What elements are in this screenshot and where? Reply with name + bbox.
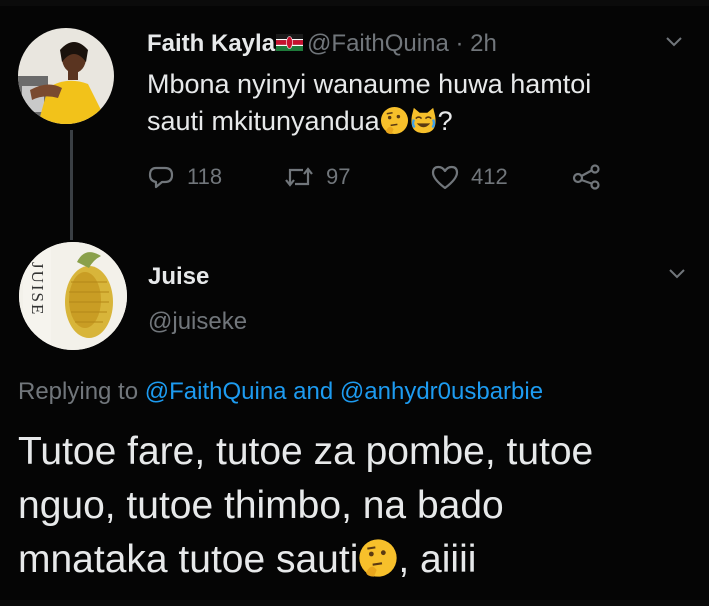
tweet-header: Faith Kayla @FaithQuina · 2h <box>147 30 497 58</box>
tweet-text: Mbona nyinyi wanaume huwa hamtoi sauti m… <box>147 66 667 140</box>
reply-author-name[interactable]: Juise <box>148 263 209 291</box>
avatar-image <box>18 28 114 124</box>
reply-text-line2: nguo, tutoe thimbo, na bado <box>18 484 504 527</box>
reply-text-tail: , aiiii <box>398 538 477 581</box>
thread-connector-line <box>70 130 73 240</box>
like-count: 412 <box>471 164 508 189</box>
author-name[interactable]: Faith Kayla <box>147 30 275 57</box>
tweet-time[interactable]: 2h <box>470 30 497 57</box>
reply-button[interactable]: 118 <box>147 164 222 190</box>
bottom-border <box>0 600 709 606</box>
top-border <box>0 0 709 6</box>
chevron-down-icon[interactable] <box>665 36 683 48</box>
chevron-down-icon[interactable] <box>668 268 686 280</box>
svg-text:JUISE: JUISE <box>28 262 47 316</box>
reply-icon <box>148 166 174 189</box>
tweet-text-tail: ? <box>437 106 453 136</box>
share-button[interactable] <box>571 164 615 190</box>
share-icon <box>572 164 600 190</box>
retweet-button[interactable]: 97 <box>284 164 350 190</box>
kenya-flag-icon <box>276 34 304 52</box>
tweet-text-line2: sauti mkitunyandua <box>147 106 380 136</box>
mention-link[interactable]: @FaithQuina <box>145 378 287 405</box>
heart-icon <box>431 165 459 190</box>
replying-to-line: Replying to @FaithQuina and @anhydr0usba… <box>18 378 543 406</box>
mention-link[interactable]: @anhydr0usbarbie <box>340 378 543 405</box>
thinking-face-emoji <box>359 539 398 577</box>
reply-text: Tutoe fare, tutoe za pombe, tutoe nguo, … <box>18 425 688 587</box>
crying-cat-emoji <box>411 107 436 134</box>
and-text: and <box>286 378 340 405</box>
like-button[interactable]: 412 <box>431 164 508 190</box>
retweet-count: 97 <box>326 164 351 189</box>
reply-count: 118 <box>187 164 223 189</box>
author-handle[interactable]: @FaithQuina <box>307 30 449 57</box>
reply-text-line1: Tutoe fare, tutoe za pombe, tutoe <box>18 430 594 473</box>
retweet-icon <box>285 167 313 187</box>
reply-text-line3: mnataka tutoe sauti <box>18 538 359 581</box>
replying-prefix: Replying to <box>18 378 145 405</box>
screenshot-frame: Faith Kayla @FaithQuina · 2h Mbona nyiny… <box>0 0 709 606</box>
reply-author-handle[interactable]: @juiseke <box>148 308 247 336</box>
separator-dot: · <box>448 30 471 57</box>
tweet-text-line1: Mbona nyinyi wanaume huwa hamtoi <box>147 69 592 99</box>
juise-logo-text: JUISE <box>28 262 47 316</box>
thinking-face-emoji <box>380 106 408 135</box>
avatar-faith-kayla[interactable] <box>18 28 114 124</box>
